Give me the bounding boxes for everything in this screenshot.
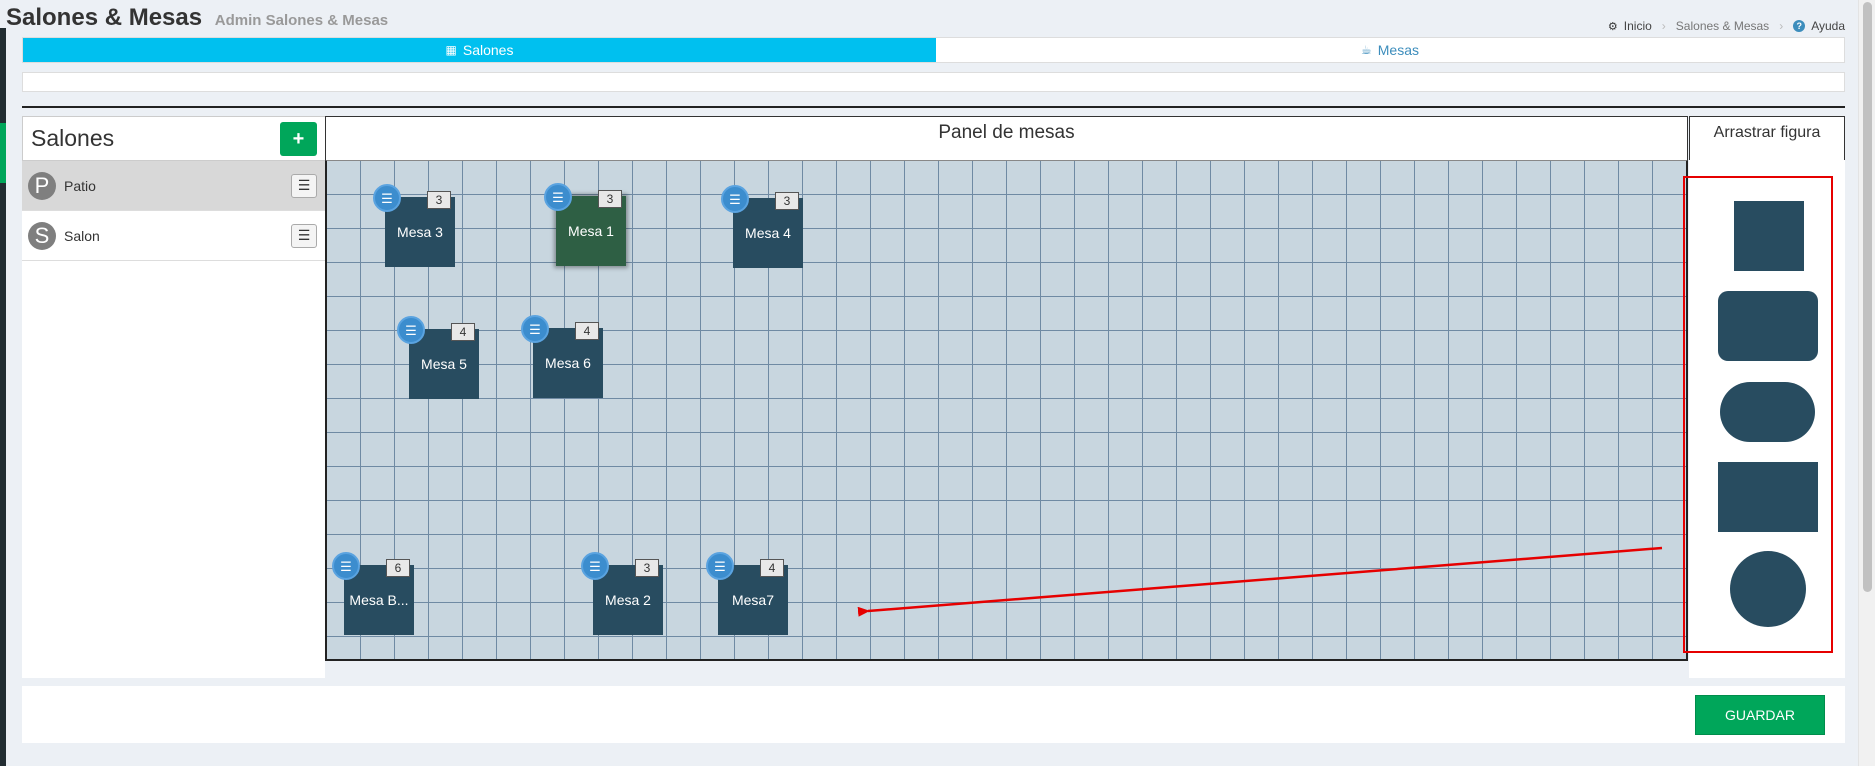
avatar: S <box>28 221 56 250</box>
breadcrumb-separator: › <box>1779 19 1784 33</box>
mesa-table[interactable]: ☰ 4 Mesa 6 <box>521 315 603 398</box>
section-divider <box>22 106 1845 108</box>
mesa-capacity-badge: 4 <box>575 322 599 340</box>
mesa-label: Mesa 3 <box>397 224 443 240</box>
hamburger-icon[interactable]: ☰ <box>544 183 572 211</box>
page-subtitle: Admin Salones & Mesas <box>214 12 389 29</box>
mesa-table[interactable]: ☰ 4 Mesa7 <box>706 552 788 635</box>
page-title: Salones & Mesas Admin Salones & Mesas <box>6 4 388 32</box>
hamburger-icon: ☰ <box>297 227 311 243</box>
salon-item-label: Patio <box>64 177 96 194</box>
salones-header: Salones + <box>22 116 325 161</box>
filter-bar <box>22 72 1845 92</box>
circle-shape[interactable] <box>1730 551 1806 627</box>
page-scrollbar[interactable] <box>1858 0 1875 766</box>
breadcrumb-separator: › <box>1661 19 1666 33</box>
page-title-text: Salones & Mesas <box>6 4 203 31</box>
hamburger-icon[interactable]: ☰ <box>397 316 425 344</box>
mesa-capacity-badge: 3 <box>598 190 622 208</box>
mesa-label: Mesa B... <box>349 592 409 608</box>
mesa-capacity-badge: 3 <box>775 192 799 210</box>
avatar: P <box>28 171 56 200</box>
mesa-capacity-badge: 4 <box>760 559 784 577</box>
salon-menu-button[interactable]: ☰ <box>291 173 317 198</box>
add-salon-button[interactable]: + <box>280 121 317 156</box>
mesa-label: Mesa 1 <box>568 223 614 239</box>
sidebar-edge-accent <box>0 123 6 183</box>
salones-panel: Salones + P Patio ☰ S Salon ☰ <box>22 116 325 678</box>
rounded-rectangle-shape[interactable] <box>1718 291 1818 361</box>
mesa-capacity-badge: 6 <box>386 559 410 577</box>
figuras-panel: Arrastrar figura <box>1683 116 1845 678</box>
hamburger-icon[interactable]: ☰ <box>706 552 734 580</box>
mesa-label: Mesa 5 <box>421 356 467 372</box>
salon-menu-button[interactable]: ☰ <box>291 223 317 248</box>
mesa-table[interactable]: ☰ 3 Mesa 1 <box>544 183 626 266</box>
tab-salones-label: Salones <box>462 42 514 58</box>
mesa-label: Mesa 2 <box>605 592 651 608</box>
hamburger-icon[interactable]: ☰ <box>721 185 749 213</box>
square-shape[interactable] <box>1734 201 1804 271</box>
breadcrumb-help-link[interactable]: Ayuda <box>1811 19 1845 33</box>
mesa-table[interactable]: ☰ 3 Mesa 3 <box>373 184 455 267</box>
mesa-table[interactable]: ☰ 6 Mesa B... <box>332 552 414 635</box>
dashboard-icon: ⚙ <box>1607 20 1618 33</box>
mesa-capacity-badge: 3 <box>427 191 451 209</box>
scrollbar-thumb[interactable] <box>1863 2 1872 592</box>
mesa-label: Mesa7 <box>731 592 775 608</box>
mesa-capacity-badge: 4 <box>451 323 475 341</box>
save-button[interactable]: GUARDAR <box>1695 695 1825 735</box>
sidebar-edge <box>0 28 6 766</box>
tab-salones[interactable]: ▦ Salones <box>23 38 936 62</box>
hamburger-icon: ☰ <box>297 177 311 193</box>
main-tabs: ▦ Salones ☕ Mesas <box>22 37 1845 63</box>
hamburger-icon[interactable]: ☰ <box>581 552 609 580</box>
salon-item-salon[interactable]: S Salon ☰ <box>22 211 325 261</box>
th-large-icon: ▦ <box>445 43 457 57</box>
breadcrumb-home-link[interactable]: Inicio <box>1624 19 1652 33</box>
salon-item-label: Salon <box>64 227 100 244</box>
salones-title: Salones <box>31 125 115 151</box>
pill-shape[interactable] <box>1720 382 1815 442</box>
mesa-table[interactable]: ☰ 4 Mesa 5 <box>397 316 479 399</box>
mesa-label: Mesa 6 <box>545 355 591 371</box>
rectangle-shape[interactable] <box>1718 462 1818 532</box>
mesa-table[interactable]: ☰ 3 Mesa 2 <box>581 552 663 635</box>
panel-mesas-title: Panel de mesas <box>325 116 1688 160</box>
mesa-table[interactable]: ☰ 3 Mesa 4 <box>721 185 803 268</box>
tab-mesas-label: Mesas <box>1377 42 1419 58</box>
salon-item-patio[interactable]: P Patio ☰ <box>22 161 325 211</box>
coffee-icon: ☕ <box>1361 43 1372 57</box>
breadcrumb: ⚙ Inicio › Salones & Mesas › ? Ayuda <box>1608 19 1845 33</box>
help-icon: ? <box>1793 20 1806 32</box>
mesas-grid[interactable]: ☰ 3 Mesa 3 ☰ 3 Mesa 1 ☰ 3 Mesa 4 ☰ 4 Mes… <box>325 160 1688 661</box>
mesa-label: Mesa 4 <box>745 225 791 241</box>
mesa-capacity-badge: 3 <box>635 559 659 577</box>
hamburger-icon[interactable]: ☰ <box>373 184 401 212</box>
hamburger-icon[interactable]: ☰ <box>332 552 360 580</box>
tab-mesas[interactable]: ☕ Mesas <box>936 38 1844 62</box>
footer-bar: GUARDAR <box>22 686 1845 743</box>
figuras-title: Arrastrar figura <box>1689 116 1845 160</box>
breadcrumb-current: Salones & Mesas <box>1675 19 1770 33</box>
hamburger-icon[interactable]: ☰ <box>521 315 549 343</box>
